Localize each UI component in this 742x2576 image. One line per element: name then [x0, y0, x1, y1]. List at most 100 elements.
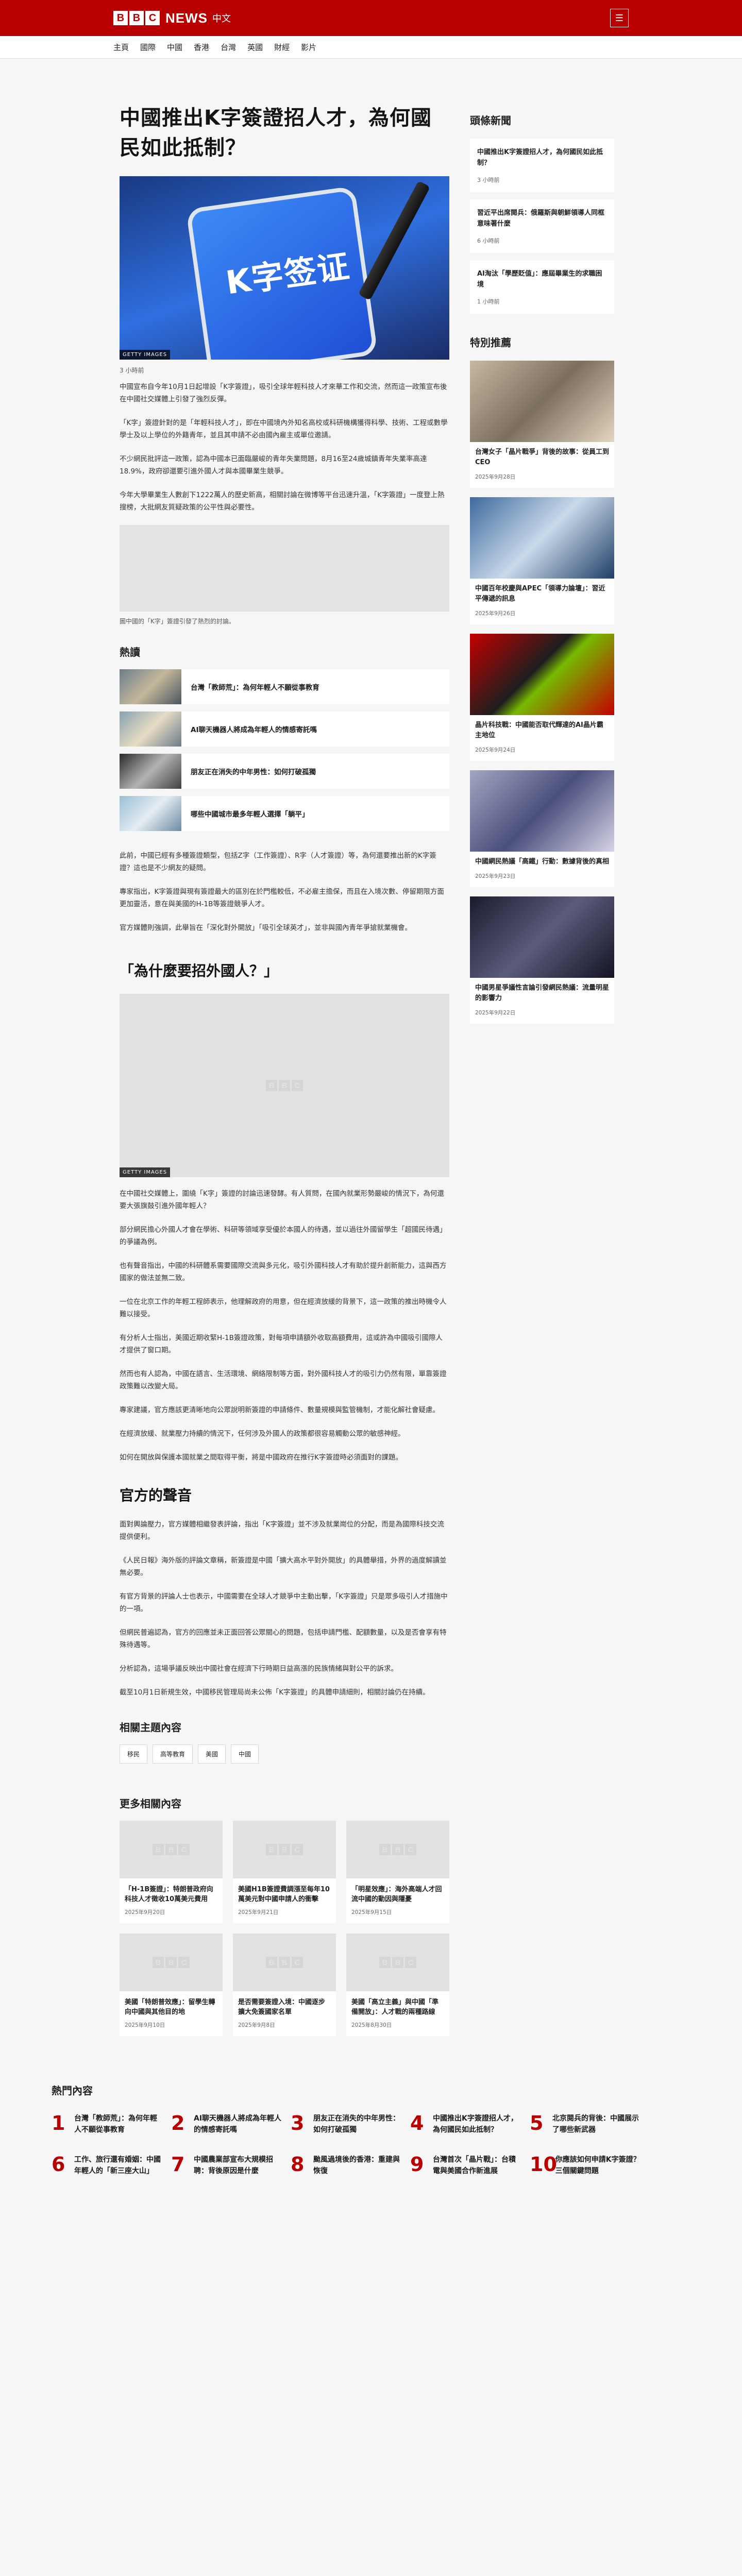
card-date: 2025年9月8日 [238, 2022, 275, 2028]
popular-title: 北京閱兵的背後：中國展示了哪些新武器 [552, 2114, 639, 2134]
related-card[interactable]: B B C 「明星效應」：海外高端人才回流中國的動因與隱憂 2025年9月15日 [346, 1821, 449, 1923]
popular-item[interactable]: 10 你應該如何申請K字簽證？三個關鍵問題 [530, 2154, 649, 2177]
top-story-item[interactable]: 習近平出席閱兵：俄羅斯與朝鮮領導人同框意味著什麼 6 小時前 [470, 199, 614, 253]
card-body: 美國「高立主義」與中國「準備開放」：人才戰的兩種路線 2025年8月30日 [346, 1991, 449, 2036]
article-paragraph: 在中國社交媒體上，圍繞「K字」簽證的討論迅速發酵。有人質問，在國內就業形勢嚴峻的… [120, 1190, 444, 1210]
logo-letter: B [113, 11, 128, 25]
feature-item[interactable]: 中國男星爭議性言論引發網民熱議：流量明星的影響力 2025年9月22日 [470, 896, 614, 1024]
article-paragraph: 今年大學畢業生人數創下1222萬人的歷史新高，相關討論在微博等平台迅速升溫，「K… [120, 491, 445, 512]
popular-title: 台灣首次「晶片戰」：台積電與美國合作新進展 [433, 2156, 516, 2175]
nav-item-home[interactable]: 主頁 [113, 42, 129, 53]
nav-item-hongkong[interactable]: 香港 [194, 42, 209, 53]
article-paragraph: 也有聲音指出，中國的科研體系需要國際交流與多元化，吸引外國科技人才有助於提升創新… [120, 1262, 447, 1282]
article-paragraph: 截至10月1日新規生效，中國移民管理局尚未公佈「K字簽證」的具體申請細則，相關討… [120, 1688, 430, 1697]
feature-body: 中國百年校慶與APEC「領導力論壇」：習近平傳遞的訊息 2025年9月26日 [470, 579, 614, 624]
paragraph-group: 面對輿論壓力，官方媒體相繼發表評論，指出「K字簽證」並不涉及就業崗位的分配，而是… [120, 1518, 449, 1699]
popular-title: 颱風過境後的香港：重建與恢復 [313, 2156, 400, 2175]
bbc-placeholder-icon: BBC [266, 1957, 303, 1968]
feature-image [470, 361, 614, 442]
article-paragraph: 在經濟放緩、就業壓力持續的情況下，任何涉及外國人的政策都很容易觸動公眾的敏感神經… [120, 1430, 405, 1438]
article-paragraph: 分析認為，這場爭議反映出中國社會在經濟下行時期日益高漲的民族情緒與對公平的訴求。 [120, 1665, 398, 1673]
feature-title: 中國百年校慶與APEC「領導力論壇」：習近平傳遞的訊息 [475, 585, 605, 603]
popular-title: 你應該如何申請K字簽證？三個關鍵問題 [555, 2156, 640, 2175]
nav-item-china[interactable]: 中國 [167, 42, 182, 53]
bbc-placeholder-icon: BBC [153, 1957, 190, 1968]
most-popular: 熱門內容 1 台灣「教師荒」：為何年輕人不願從事教育 2 AI聊天機器人將成為年輕人的… [0, 2057, 742, 2213]
topic-tag[interactable]: 移民 [120, 1744, 148, 1764]
menu-button[interactable]: ☰ [610, 9, 629, 27]
card-image: BBC [120, 1934, 223, 1991]
hero-image: K字签证 GETTY IMAGES [120, 176, 449, 360]
popular-rank: 3 [291, 2112, 305, 2134]
hot-read-item[interactable]: AI聊天機器人將成為年輕人的情感寄託嗎 [120, 711, 449, 747]
popular-item[interactable]: 4 中國推出K字簽證招人才，為何國民如此抵制？ [410, 2113, 530, 2136]
popular-title: AI聊天機器人將成為年輕人的情感寄託嗎 [194, 2114, 282, 2134]
popular-item[interactable]: 7 中國農業部宣布大規模招聘：背後原因是什麼 [171, 2154, 291, 2177]
feature-image [470, 634, 614, 715]
feature-title: 晶片科技戰：中國能否取代輝達的AI晶片霸主地位 [475, 721, 603, 739]
feature-body: 晶片科技戰：中國能否取代輝達的AI晶片霸主地位 2025年9月24日 [470, 715, 614, 761]
nav-item-uk[interactable]: 英國 [247, 42, 263, 53]
topic-tag[interactable]: 美國 [198, 1744, 226, 1764]
card-body: 是否需要簽證入境：中國逐步擴大免簽國家名單 2025年9月8日 [233, 1991, 336, 2036]
popular-item[interactable]: 6 工作、旅行還有婚姻：中國年輕人的「新三座大山」 [52, 2154, 171, 2177]
feature-item[interactable]: 中國網民熱議「高鐵」行動：數據背後的真相 2025年9月23日 [470, 770, 614, 887]
popular-item[interactable]: 9 台灣首次「晶片戰」：台積電與美國合作新進展 [410, 2154, 530, 2177]
related-card[interactable]: B B C 美國「特朗普效應」：留學生轉向中國與其他目的地 2025年9月10日 [120, 1934, 223, 2036]
popular-item[interactable]: 3 朋友正在消失的中年男性：如何打破孤獨 [291, 2113, 410, 2136]
nav-item-business[interactable]: 財經 [274, 42, 290, 53]
hot-reads-title: 熱讀 [120, 646, 140, 658]
feature-date: 2025年9月23日 [475, 873, 516, 879]
bbc-news-logo[interactable]: B B C NEWS 中文 [113, 10, 231, 26]
card-image: BBC [346, 1934, 449, 1991]
bbc-placeholder-icon: BBC [153, 1844, 190, 1855]
hot-read-item[interactable]: 台灣「教師荒」：為何年輕人不願從事教育 [120, 669, 449, 704]
bbc-placeholder-icon: BBC [379, 1844, 416, 1855]
feature-item[interactable]: 晶片科技戰：中國能否取代輝達的AI晶片霸主地位 2025年9月24日 [470, 634, 614, 761]
popular-rank: 7 [171, 2153, 185, 2176]
related-cards: B B C 「H-1B簽證」：特朗普政府向科技人才徵收10萬美元費用 2025年9月20… [120, 1821, 449, 2036]
article-paragraph: 官方媒體則強調，此舉旨在「深化對外開放」「吸引全球英才」，並非與國內青年爭搶就業… [120, 924, 412, 932]
nav-item-video[interactable]: 影片 [301, 42, 316, 53]
top-story-title: 習近平出席閱兵：俄羅斯與朝鮮領導人同框意味著什麼 [477, 209, 605, 228]
nav-item-taiwan[interactable]: 台灣 [221, 42, 236, 53]
hot-read-item[interactable]: 朋友正在消失的中年男性：如何打破孤獨 [120, 754, 449, 789]
card-body: 美國「特朗普效應」：留學生轉向中國與其他目的地 2025年9月10日 [120, 1991, 223, 2036]
popular-rank: 4 [410, 2112, 424, 2134]
popular-title: 中國推出K字簽證招人才，為何國民如此抵制？ [433, 2114, 518, 2134]
image-credit: GETTY IMAGES [120, 1167, 171, 1177]
related-card[interactable]: B B C 是否需要簽證入境：中國逐步擴大免簽國家名單 2025年9月8日 [233, 1934, 336, 2036]
popular-rank: 8 [291, 2153, 305, 2176]
most-popular-grid: 1 台灣「教師荒」：為何年輕人不願從事教育 2 AI聊天機器人將成為年輕人的情感寄託嗎… [52, 2113, 742, 2177]
related-topics-title: 相關主題內容 [120, 1721, 181, 1734]
popular-item[interactable]: 2 AI聊天機器人將成為年輕人的情感寄託嗎 [171, 2113, 291, 2136]
nav-item-world[interactable]: 國際 [140, 42, 156, 53]
article-paragraph: 有官方背景的評論人士也表示，中國需要在全球人才競爭中主動出擊，「K字簽證」只是眾… [120, 1592, 448, 1613]
section-image: BBC GETTY IMAGES [120, 994, 449, 1177]
article-paragraph: 中國宣布自今年10月1日起增設「K字簽證」，吸引全球年輕科技人才來華工作和交流，… [120, 383, 447, 403]
popular-item[interactable]: 1 台灣「教師荒」：為何年輕人不願從事教育 [52, 2113, 171, 2136]
top-stories-title: 頭條新聞 [470, 114, 511, 127]
feature-item[interactable]: 台灣女子「晶片戰爭」背後的故事：從員工到CEO 2025年9月28日 [470, 361, 614, 488]
top-story-item[interactable]: 中國推出K字簽證招人才，為何國民如此抵制？ 3 小時前 [470, 139, 614, 192]
popular-item[interactable]: 8 颱風過境後的香港：重建與恢復 [291, 2154, 410, 2177]
paragraph-group: 此前，中國已經有多種簽證類型，包括Z字（工作簽證）、R字（人才簽證）等，為何還要… [120, 850, 449, 934]
feature-image [470, 896, 614, 978]
article-paragraph: 有分析人士指出，美國近期收緊H-1B簽證政策，對每項申請額外收取高額費用，這或許… [120, 1334, 443, 1354]
top-story-item[interactable]: AI淘汰「學歷貶值」：應屆畢業生的求職困境 1 小時前 [470, 260, 614, 314]
hot-read-item[interactable]: 哪些中國城市最多年輕人選擇「躺平」 [120, 796, 449, 831]
feature-item[interactable]: 中國百年校慶與APEC「領導力論壇」：習近平傳遞的訊息 2025年9月26日 [470, 497, 614, 624]
related-card[interactable]: B B C 「H-1B簽證」：特朗普政府向科技人才徵收10萬美元費用 2025年9月20… [120, 1821, 223, 1923]
popular-rank: 9 [410, 2153, 424, 2176]
bbc-placeholder-icon: BBC [266, 1844, 303, 1855]
article-paragraph: 然而也有人認為，中國在語言、生活環境、網絡限制等方面，對外國科技人才的吸引力仍然… [120, 1370, 447, 1391]
related-card[interactable]: B B C 美國H1B簽證費調漲至每年10萬美元對中國申請人的衝擊 2025年9月21日 [233, 1821, 336, 1923]
topic-tag[interactable]: 高等教育 [153, 1744, 193, 1764]
article-paragraph: 一位在北京工作的年輕工程師表示，他理解政府的用意，但在經濟放緩的背景下，這一政策… [120, 1298, 447, 1318]
image-credit: GETTY IMAGES [120, 350, 171, 360]
popular-item[interactable]: 5 北京閱兵的背後：中國展示了哪些新武器 [530, 2113, 649, 2136]
topic-tag[interactable]: 中國 [231, 1744, 259, 1764]
related-card[interactable]: B B C 美國「高立主義」與中國「準備開放」：人才戰的兩種路線 2025年8月30日 [346, 1934, 449, 2036]
card-body: 「明星效應」：海外高端人才回流中國的動因與隱憂 2025年9月15日 [346, 1878, 449, 1923]
top-story-date: 6 小時前 [477, 238, 500, 244]
